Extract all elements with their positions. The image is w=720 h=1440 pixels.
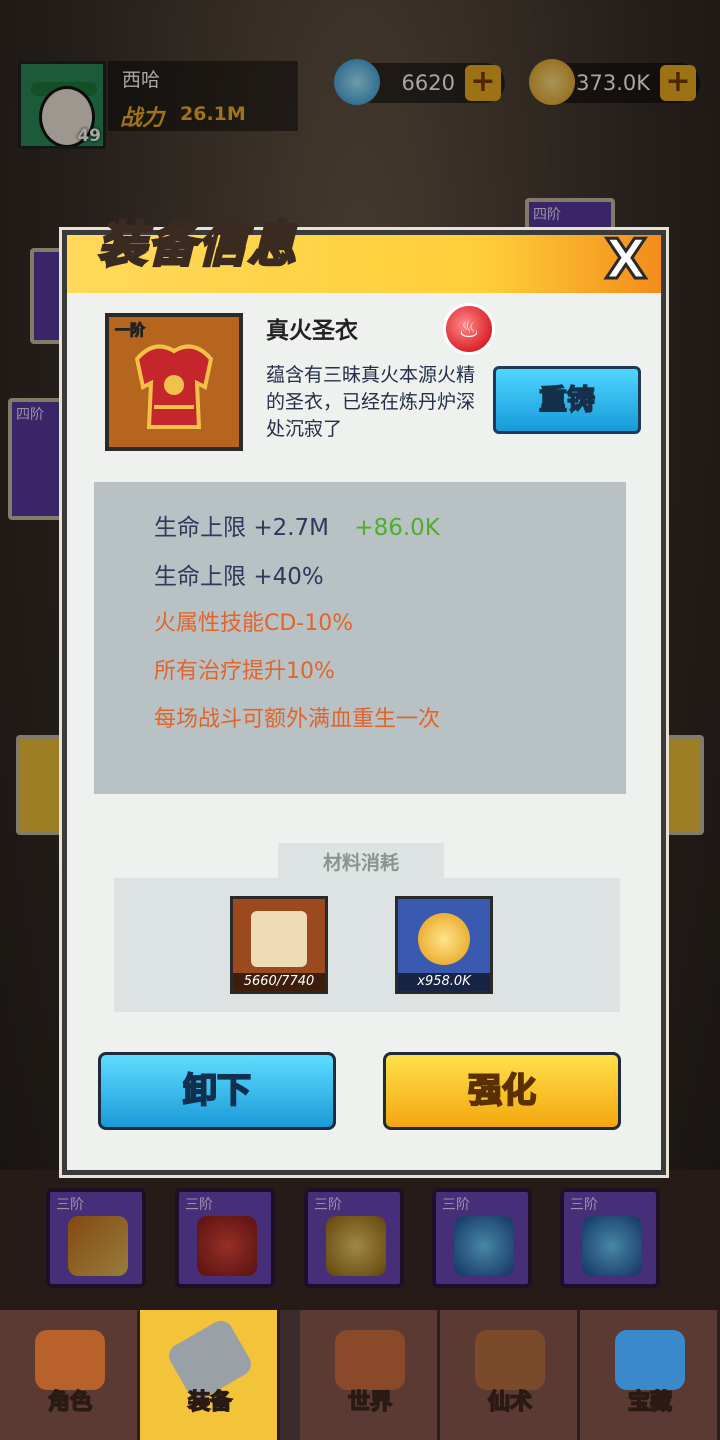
material-item[interactable]: x958.0K — [395, 896, 493, 994]
nav-label: 宝藏 — [627, 1389, 673, 1416]
material-count: 5660/7740 — [233, 973, 325, 991]
item-name: 真火圣衣 — [266, 318, 358, 344]
stats-panel: 生命上限 +2.7M +86.0K 生命上限 +40% 火属性技能CD-10% … — [94, 482, 626, 794]
pagoda-icon — [335, 1330, 405, 1390]
item-icon-frame: 一阶 — [105, 313, 243, 451]
stat-label: 生命上限 — [154, 564, 246, 590]
special-effect: 火属性技能CD-10% — [154, 611, 354, 636]
item-description: 蕴含有三昧真火本源火精的圣衣，已经在炼丹炉深处沉寂了 — [266, 364, 476, 440]
nav-item-magic[interactable]: 仙术 — [440, 1310, 580, 1440]
special-effect: 所有治疗提升10% — [154, 659, 335, 684]
material-item[interactable]: 5660/7740 — [230, 896, 328, 994]
stat-bonus: +86.0K — [354, 515, 440, 541]
monkey-icon — [35, 1330, 105, 1390]
gold-coin-icon — [418, 913, 470, 965]
materials-tab: 材料消耗 — [278, 843, 444, 881]
close-button[interactable]: X — [596, 230, 656, 289]
stat-value: +2.7M — [253, 515, 330, 541]
nav-label: 装备 — [187, 1389, 233, 1416]
armor-scroll-icon — [251, 911, 307, 967]
materials-title: 材料消耗 — [322, 852, 399, 874]
nav-label: 角色 — [47, 1389, 93, 1416]
nav-item-role[interactable]: 角色 — [0, 1310, 140, 1440]
dialog-title: 装备信息 — [96, 216, 299, 275]
nav-label: 世界 — [347, 1389, 393, 1416]
enhance-button[interactable]: 强化 — [383, 1052, 621, 1130]
nav-label: 仙术 — [487, 1389, 533, 1416]
stat-label: 生命上限 — [154, 515, 246, 541]
stat-hp-flat: 生命上限 +2.7M +86.0K — [154, 508, 440, 542]
special-effect: 每场战斗可额外满血重生一次 — [154, 707, 441, 732]
bottom-nav: 角色 装备 世界 仙术 宝藏 — [0, 1310, 720, 1440]
materials-area: 5660/7740 x958.0K — [114, 878, 620, 1012]
stat-hp-percent: 生命上限 +40% — [154, 557, 324, 591]
stat-value: +40% — [253, 564, 324, 590]
reforge-button[interactable]: 重铸 — [493, 366, 641, 434]
material-count: x958.0K — [398, 973, 490, 991]
nav-item-equipment[interactable]: 装备 — [140, 1310, 280, 1440]
nav-item-treasure[interactable]: 宝藏 — [580, 1310, 720, 1440]
chest-icon — [615, 1330, 685, 1390]
cauldron-icon — [475, 1330, 545, 1390]
unequip-button[interactable]: 卸下 — [98, 1052, 336, 1130]
nav-item-world[interactable]: 世界 — [300, 1310, 440, 1440]
fire-icon: ♨ — [443, 303, 495, 355]
item-tier: 一阶 — [114, 321, 146, 340]
